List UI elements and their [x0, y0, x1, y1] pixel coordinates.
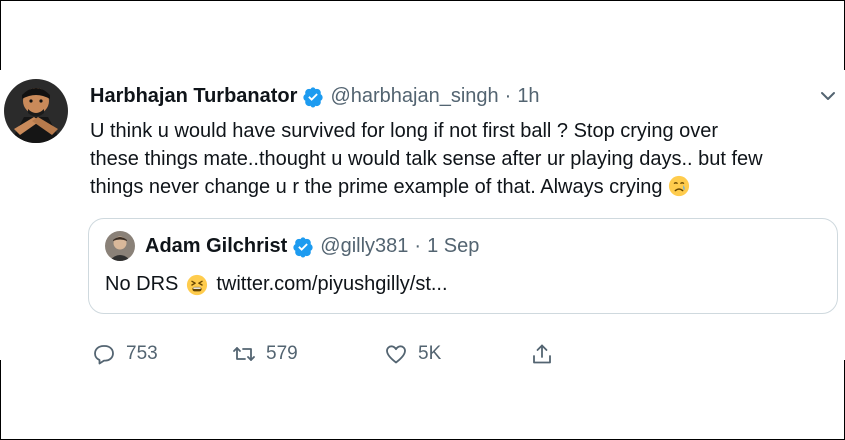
chevron-down-icon[interactable] [818, 86, 838, 106]
reply-icon [94, 345, 114, 365]
header-separator: · [504, 85, 512, 107]
quoted-text-prefix: No DRS [105, 273, 179, 295]
tweet-text-content: U think u would have survived for long i… [90, 120, 763, 198]
quoted-author-handle[interactable]: @gilly381 [320, 235, 408, 258]
retweet-count: 579 [266, 343, 298, 364]
retweet-button[interactable]: 579 [232, 342, 384, 366]
retweet-icon [233, 347, 255, 361]
share-button[interactable] [530, 342, 564, 366]
tweet-text: U think u would have survived for long i… [90, 117, 810, 201]
tweet-card[interactable]: Harbhajan Turbanator @harbhajan_singh · … [0, 70, 845, 365]
quoted-tweet[interactable]: Adam Gilchrist @gilly381 · 1 Sep No DRS [88, 218, 838, 314]
tweet: Harbhajan Turbanator @harbhajan_singh · … [0, 70, 845, 365]
heart-icon [386, 345, 406, 364]
quoted-verified-badge-icon [292, 236, 314, 258]
quoted-tweet-header: Adam Gilchrist @gilly381 · 1 Sep [145, 235, 479, 258]
share-icon [533, 344, 551, 364]
quoted-author-name[interactable]: Adam Gilchrist [145, 235, 287, 258]
author-handle[interactable]: @harbhajan_singh [330, 85, 498, 108]
reply-count: 753 [126, 343, 158, 364]
like-count: 5K [418, 343, 442, 364]
quoted-tweet-text: No DRS twitter.com/piyushgilly/st... [105, 273, 448, 296]
quoted-header-separator: · [414, 235, 422, 257]
tweet-header: Harbhajan Turbanator @harbhajan_singh · … [90, 85, 540, 108]
verified-badge-icon [302, 86, 324, 108]
quoted-author-avatar[interactable] [105, 231, 135, 261]
quoted-link[interactable]: twitter.com/piyushgilly/st... [216, 273, 447, 296]
reply-button[interactable]: 753 [92, 342, 232, 366]
author-name[interactable]: Harbhajan Turbanator [90, 85, 297, 108]
like-button[interactable]: 5K [384, 342, 530, 366]
author-avatar[interactable] [4, 79, 68, 143]
tweet-timestamp[interactable]: 1h [517, 85, 539, 108]
tired-face-emoji-icon [186, 274, 208, 296]
quoted-tweet-date[interactable]: 1 Sep [427, 235, 479, 258]
crying-face-emoji-icon [668, 175, 690, 197]
tweet-actions: 753 579 5K [92, 342, 564, 366]
